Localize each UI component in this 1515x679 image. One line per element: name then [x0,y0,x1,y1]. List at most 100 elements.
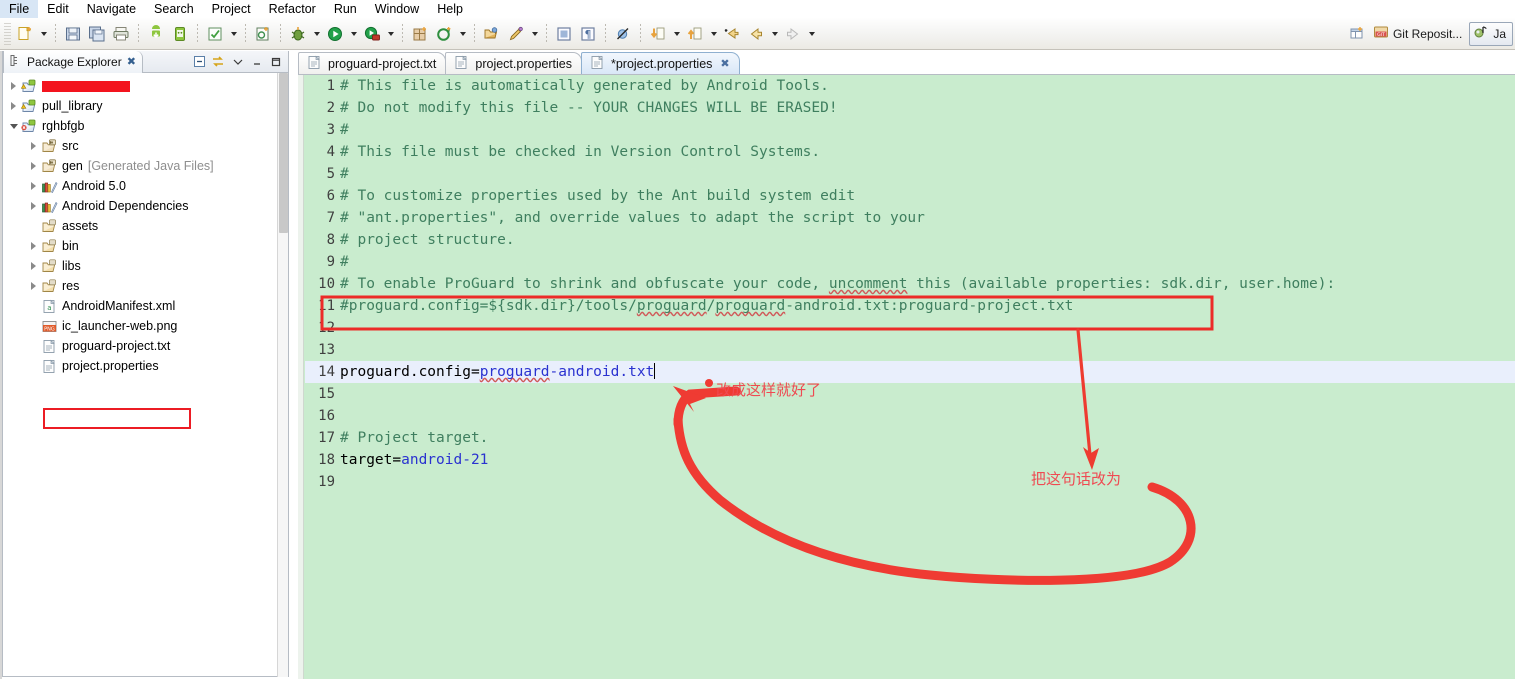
link-with-editor-icon[interactable] [210,53,227,70]
code-line-15[interactable]: 15 [305,383,1515,405]
chevron-down-icon[interactable] [229,53,246,70]
code-line-18[interactable]: 18 target=android-21 [305,449,1515,471]
open-perspective-icon[interactable] [1347,23,1369,45]
twisty-collapsed-icon[interactable] [7,96,20,116]
debug-icon[interactable] [287,23,309,45]
tree-item-android-5-0[interactable]: Android 5.0 [3,176,288,196]
code-line-2[interactable]: 2 # Do not modify this file -- YOUR CHANG… [305,97,1515,119]
tree-item-bin[interactable]: bin [3,236,288,256]
new-java-package-icon[interactable] [409,23,431,45]
new-class-icon[interactable] [433,23,455,45]
maximize-icon[interactable] [267,53,284,70]
search-icon[interactable] [505,23,527,45]
menu-item-edit[interactable]: Edit [38,0,78,18]
android-sdk-manager-icon[interactable] [145,23,167,45]
previous-annotation-icon[interactable] [647,23,669,45]
tree-item-project-properties[interactable]: project.properties [3,356,288,376]
tree-item-project-redacted[interactable] [3,76,288,96]
tree-item-res[interactable]: res [3,276,288,296]
code-line-10[interactable]: 10 # To enable ProGuard to shrink and obf… [305,273,1515,295]
chevron-down-icon[interactable] [347,23,360,45]
twisty-collapsed-icon[interactable] [27,156,40,176]
package-explorer-tab[interactable]: Package Explorer ✖ [3,50,143,73]
tree-item-android-dependencies[interactable]: Android Dependencies [3,196,288,216]
code-line-6[interactable]: 6 # To customize properties used by the A… [305,185,1515,207]
close-icon[interactable]: ✖ [127,55,136,68]
package-explorer-vertical-scrollbar[interactable] [277,73,288,677]
save-all-icon[interactable] [86,23,108,45]
text-editor[interactable]: 1 # This file is automatically generated … [298,74,1515,679]
code-line-16[interactable]: 16 [305,405,1515,427]
chevron-down-icon[interactable] [768,23,781,45]
close-icon[interactable]: ✖ [720,57,729,70]
tree-item-assets[interactable]: assets [3,216,288,236]
collapse-all-icon[interactable] [191,53,208,70]
chevron-down-icon[interactable] [456,23,469,45]
twisty-collapsed-icon[interactable] [27,196,40,216]
menu-item-navigate[interactable]: Navigate [78,0,145,18]
code-line-1[interactable]: 1 # This file is automatically generated … [305,75,1515,97]
editor-tab-project-properties[interactable]: project.properties [445,52,582,74]
code-line-13[interactable]: 13 [305,339,1515,361]
twisty-collapsed-icon[interactable] [27,176,40,196]
code-line-14[interactable]: 14 proguard.config=proguard-android.txt [305,361,1515,383]
chevron-down-icon[interactable] [227,23,240,45]
new-wizard-icon[interactable] [14,23,36,45]
tree-item-pull-library[interactable]: pull_library [3,96,288,116]
print-icon[interactable] [110,23,132,45]
code-line-12[interactable]: 12 [305,317,1515,339]
scrollbar-thumb[interactable] [279,73,288,233]
tree-item-libs[interactable]: libs [3,256,288,276]
menu-item-window[interactable]: Window [366,0,428,18]
check-mark-icon[interactable] [204,23,226,45]
twisty-collapsed-icon[interactable] [27,276,40,296]
code-line-19[interactable]: 19 [305,471,1515,493]
chevron-down-icon[interactable] [37,23,50,45]
menu-item-refactor[interactable]: Refactor [260,0,325,18]
skip-breakpoints-icon[interactable] [612,23,634,45]
twisty-collapsed-icon[interactable] [27,136,40,156]
new-android-project-icon[interactable] [252,23,274,45]
menu-item-search[interactable]: Search [145,0,203,18]
android-virtual-device-manager-icon[interactable] [169,23,191,45]
menu-item-project[interactable]: Project [203,0,260,18]
twisty-collapsed-icon[interactable] [7,76,20,96]
editor-tab-project-properties-dirty[interactable]: *project.properties ✖ [580,52,740,74]
chevron-down-icon[interactable] [670,23,683,45]
minimize-icon[interactable] [248,53,265,70]
chevron-down-icon[interactable] [384,23,397,45]
chevron-down-icon[interactable] [805,23,818,45]
perspective-git-repository[interactable]: GIT Git Reposit... [1369,22,1469,46]
menu-item-help[interactable]: Help [428,0,472,18]
menu-item-run[interactable]: Run [325,0,366,18]
code-line-5[interactable]: 5 # [305,163,1515,185]
chevron-down-icon[interactable] [528,23,541,45]
tree-item-ic-launcher-web-png[interactable]: PNG ic_launcher-web.png [3,316,288,336]
toggle-block-selection-icon[interactable] [553,23,575,45]
code-line-9[interactable]: 9 # [305,251,1515,273]
code-line-11[interactable]: 11 #proguard.config=${sdk.dir}/tools/prog… [305,295,1515,317]
project-tree[interactable]: pull_library rghbfgb src gen [Generated Java… [3,73,288,376]
chevron-down-icon[interactable] [707,23,720,45]
save-icon[interactable] [62,23,84,45]
back-icon[interactable] [745,23,767,45]
tree-item-rghbfgb[interactable]: rghbfgb [3,116,288,136]
open-type-icon[interactable] [481,23,503,45]
code-line-7[interactable]: 7 # "ant.properties", and override values… [305,207,1515,229]
toolbar-grip[interactable] [4,22,11,45]
code-line-3[interactable]: 3 # [305,119,1515,141]
perspective-java[interactable]: Ja [1469,21,1513,46]
editor-tab-proguard-project-txt[interactable]: proguard-project.txt [298,52,447,74]
show-whitespace-icon[interactable]: ¶ [577,23,599,45]
twisty-collapsed-icon[interactable] [27,256,40,276]
external-tools-icon[interactable] [361,23,383,45]
view-editor-sash[interactable] [289,51,298,677]
code-line-8[interactable]: 8 # project structure. [305,229,1515,251]
chevron-down-icon[interactable] [310,23,323,45]
tree-item-src[interactable]: src [3,136,288,156]
tree-item-gen[interactable]: gen [Generated Java Files] [3,156,288,176]
twisty-expanded-icon[interactable] [7,116,20,136]
editor-code[interactable]: 1 # This file is automatically generated … [305,75,1515,679]
last-edit-location-icon[interactable] [721,23,743,45]
twisty-collapsed-icon[interactable] [27,236,40,256]
